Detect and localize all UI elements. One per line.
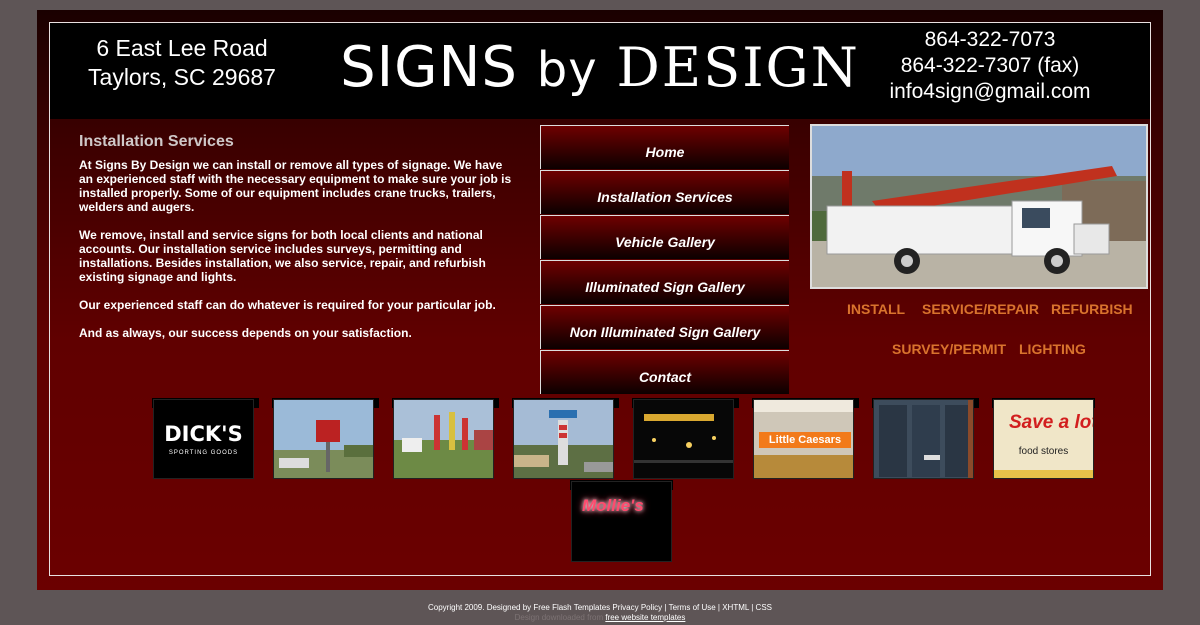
contact-block: 864-322-7073 864-322-7307 (fax) info4sig… [870, 27, 1110, 105]
address-block: 6 East Lee Road Taylors, SC 29687 [62, 34, 302, 92]
content-paragraph: And as always, our success depends on yo… [79, 326, 412, 340]
nav-home[interactable]: Home [540, 125, 789, 169]
gallery-thumb-neon-sign[interactable]: Mollie's [571, 481, 672, 562]
main-content: Installation Services At Signs By Design… [79, 133, 519, 354]
page-title: Installation Services [79, 133, 234, 150]
footer-templates-link[interactable]: free website templates [605, 613, 685, 622]
nav-vehicle-gallery[interactable]: Vehicle Gallery [540, 215, 789, 259]
dicks-logo-text: DICK'S [164, 422, 243, 446]
logo-signs: SIGNS [340, 35, 518, 100]
content-paragraph: At Signs By Design we can install or rem… [79, 158, 512, 214]
gallery-thumb-shrine-sign[interactable] [273, 399, 374, 479]
logo-by: by [536, 42, 598, 98]
service-survey-permit: SURVEY/PERMIT [892, 341, 1007, 357]
address-line-2: Taylors, SC 29687 [88, 64, 276, 90]
gallery-thumb-night-sign[interactable] [633, 399, 734, 479]
gallery-thumb-dicks[interactable]: DICK'S SPORTING GOODS [153, 399, 254, 479]
phone-number: 864-322-7073 [924, 28, 1056, 51]
content-paragraph: We remove, install and service signs for… [79, 228, 486, 284]
dicks-sub-text: SPORTING GOODS [168, 450, 239, 456]
service-lighting: LIGHTING [1019, 341, 1086, 357]
footer: Copyright 2009. Designed by Free Flash T… [0, 603, 1200, 623]
gallery-thumb-little-caesars[interactable]: Little Caesars [753, 399, 854, 479]
gallery-thumb-save-a-lot[interactable]: Save a lot food stores [993, 399, 1094, 479]
nav-contact[interactable]: Contact [540, 350, 789, 394]
footer-downloaded-from: Design downloaded from [514, 613, 604, 622]
nav-illuminated-sign-gallery[interactable]: Illuminated Sign Gallery [540, 260, 789, 304]
neon-sign-text: Mollie's [582, 496, 644, 515]
service-repair: SERVICE/REPAIR [922, 301, 1039, 317]
logo-design: DESIGN [616, 36, 860, 99]
gallery-thumb-window-film[interactable] [873, 399, 974, 479]
gallery-thumb-pylon-sign[interactable] [513, 399, 614, 479]
save-a-lot-stripe [994, 470, 1093, 478]
content-paragraph: Our experienced staff can do whatever is… [79, 298, 496, 312]
nav-non-illuminated-sign-gallery[interactable]: Non Illuminated Sign Gallery [540, 305, 789, 349]
main-nav: Home Installation Services Vehicle Galle… [540, 125, 789, 395]
email-address[interactable]: info4sign@gmail.com [870, 79, 1110, 105]
fax-number: 864-322-7307 (fax) [900, 54, 1080, 77]
footer-copyright: Copyright 2009. Designed by Free Flash T… [428, 603, 772, 612]
address-line-1: 6 East Lee Road [96, 35, 268, 61]
service-install: INSTALL [847, 301, 906, 317]
crane-truck-photo [810, 124, 1148, 289]
site-logo[interactable]: SIGNS by DESIGN [340, 28, 860, 110]
little-caesars-sign: Little Caesars [759, 432, 851, 448]
gallery-thumb-banners[interactable] [393, 399, 494, 479]
service-refurbish: REFURBISH [1051, 301, 1133, 317]
nav-installation-services[interactable]: Installation Services [540, 170, 789, 214]
save-a-lot-logo: Save a lot [1009, 412, 1094, 433]
save-a-lot-sub: food stores [1018, 446, 1069, 457]
